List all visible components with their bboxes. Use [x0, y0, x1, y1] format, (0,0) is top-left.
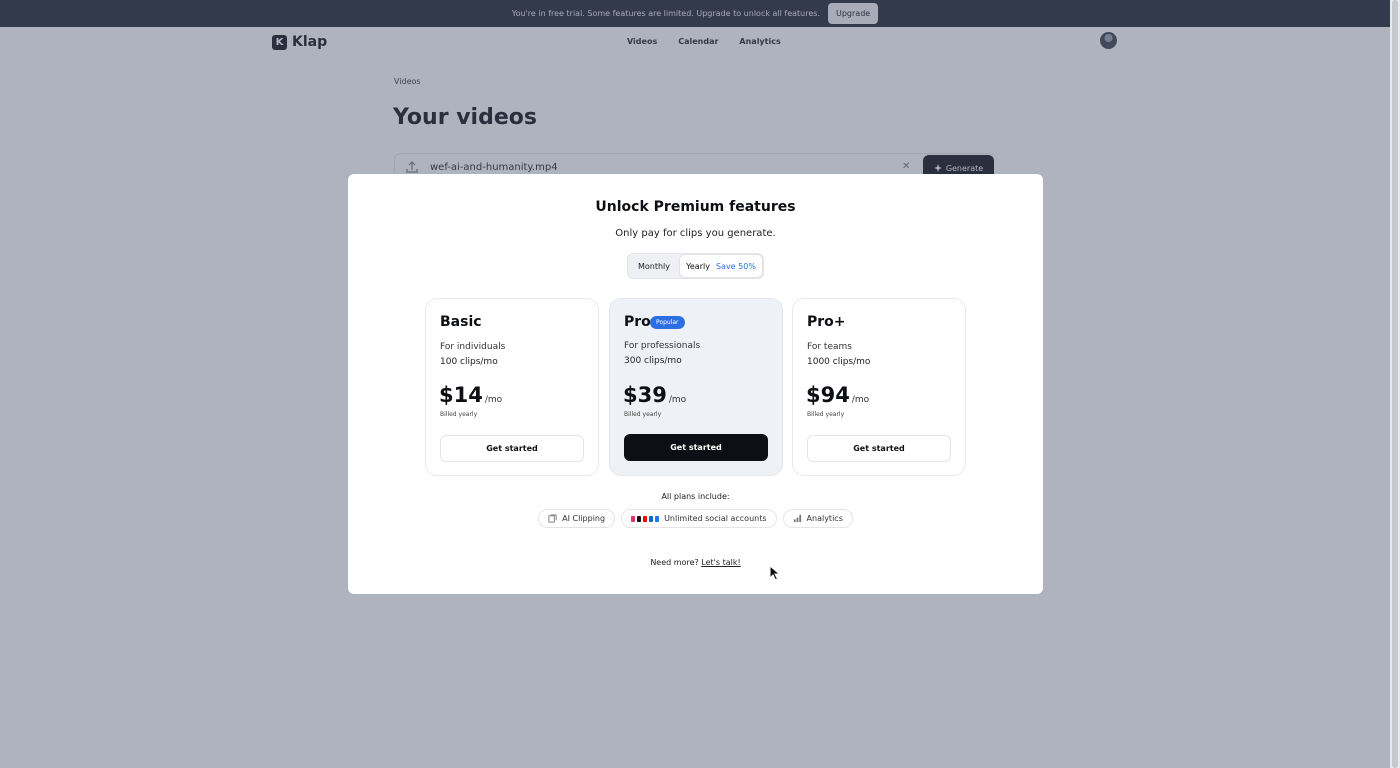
need-more-text: Need more? — [650, 558, 699, 567]
billing-note: Billed yearly — [624, 411, 662, 418]
plan-name: Pro+ — [807, 314, 846, 330]
scissors-icon — [548, 514, 557, 523]
plan-audience: For teams — [807, 342, 852, 352]
price-value: $39 — [623, 383, 667, 407]
scrollbar[interactable] — [1390, 0, 1400, 768]
plan-name: Basic — [440, 314, 482, 330]
toggle-yearly[interactable]: Yearly Save 50% — [680, 255, 762, 277]
price-unit: /mo — [668, 395, 687, 405]
plan-clips: 1000 clips/mo — [807, 357, 870, 367]
mouse-cursor-icon — [769, 565, 781, 581]
plan-price: $94 /mo — [806, 383, 869, 407]
billing-toggle: Monthly Yearly Save 50% — [627, 253, 764, 279]
plan-clips-count: 100 clips — [440, 357, 481, 367]
youtube-icon — [643, 515, 648, 522]
feature-chip-social: Unlimited social accounts — [621, 509, 777, 528]
plan-name: Pro — [624, 314, 651, 330]
price-value: $14 — [439, 383, 483, 407]
pricing-modal: Unlock Premium features Only pay for cli… — [348, 174, 1043, 594]
includes-title: All plans include: — [661, 492, 730, 501]
lets-talk-link[interactable]: Let's talk! — [701, 558, 740, 567]
billing-note: Billed yearly — [807, 411, 845, 418]
modal-subtitle: Only pay for clips you generate. — [615, 228, 776, 239]
plan-clips-unit: /mo — [480, 357, 498, 367]
feature-label: Unlimited social accounts — [664, 514, 767, 523]
plan-clips-unit: /mo — [853, 357, 871, 367]
feature-chip-ai-clipping: AI Clipping — [538, 509, 616, 528]
popular-badge: Popular — [650, 316, 685, 329]
billing-note: Billed yearly — [440, 411, 478, 418]
feature-chips: AI Clipping Unlimited social accounts An… — [348, 509, 1043, 528]
modal-title: Unlock Premium features — [595, 199, 796, 215]
feature-chip-analytics: Analytics — [782, 509, 853, 528]
price-value: $94 — [806, 383, 850, 407]
toggle-yearly-label: Yearly — [686, 261, 710, 271]
plan-audience: For professionals — [624, 341, 701, 351]
plan-price: $14 /mo — [439, 383, 502, 407]
bar-chart-icon — [793, 514, 801, 523]
contact-line: Need more? Let's talk! — [348, 558, 1043, 567]
facebook-icon — [655, 515, 660, 522]
save-badge: Save 50% — [715, 261, 756, 271]
linkedin-icon — [649, 515, 654, 522]
social-icons — [631, 515, 660, 522]
get-started-button-pro[interactable]: Get started — [624, 434, 768, 461]
scrollbar-thumb[interactable] — [1392, 0, 1398, 768]
feature-label: Analytics — [806, 514, 843, 523]
instagram-icon — [631, 515, 636, 522]
price-unit: /mo — [851, 395, 870, 405]
plan-price: $39 /mo — [623, 383, 686, 407]
plan-card-basic: Basic For individuals 100 clips/mo $14 /… — [425, 298, 599, 476]
tiktok-icon — [637, 515, 642, 522]
plans-grid: Basic For individuals 100 clips/mo $14 /… — [425, 298, 967, 476]
price-unit: /mo — [484, 395, 503, 405]
get-started-button-basic[interactable]: Get started — [440, 435, 584, 462]
plan-clips: 300 clips/mo — [624, 356, 682, 366]
get-started-button-pro-plus[interactable]: Get started — [807, 435, 951, 462]
plan-clips-count: 1000 clips — [807, 357, 854, 367]
plan-card-pro-plus: Pro+ For teams 1000 clips/mo $94 /mo Bil… — [792, 298, 966, 476]
plan-clips: 100 clips/mo — [440, 357, 498, 367]
plan-audience: For individuals — [440, 342, 506, 352]
plan-clips-unit: /mo — [664, 356, 682, 366]
plan-card-pro: Pro Popular For professionals 300 clips/… — [609, 298, 783, 476]
feature-label: AI Clipping — [562, 514, 606, 523]
plan-clips-count: 300 clips — [624, 356, 665, 366]
toggle-monthly[interactable]: Monthly — [630, 256, 678, 276]
